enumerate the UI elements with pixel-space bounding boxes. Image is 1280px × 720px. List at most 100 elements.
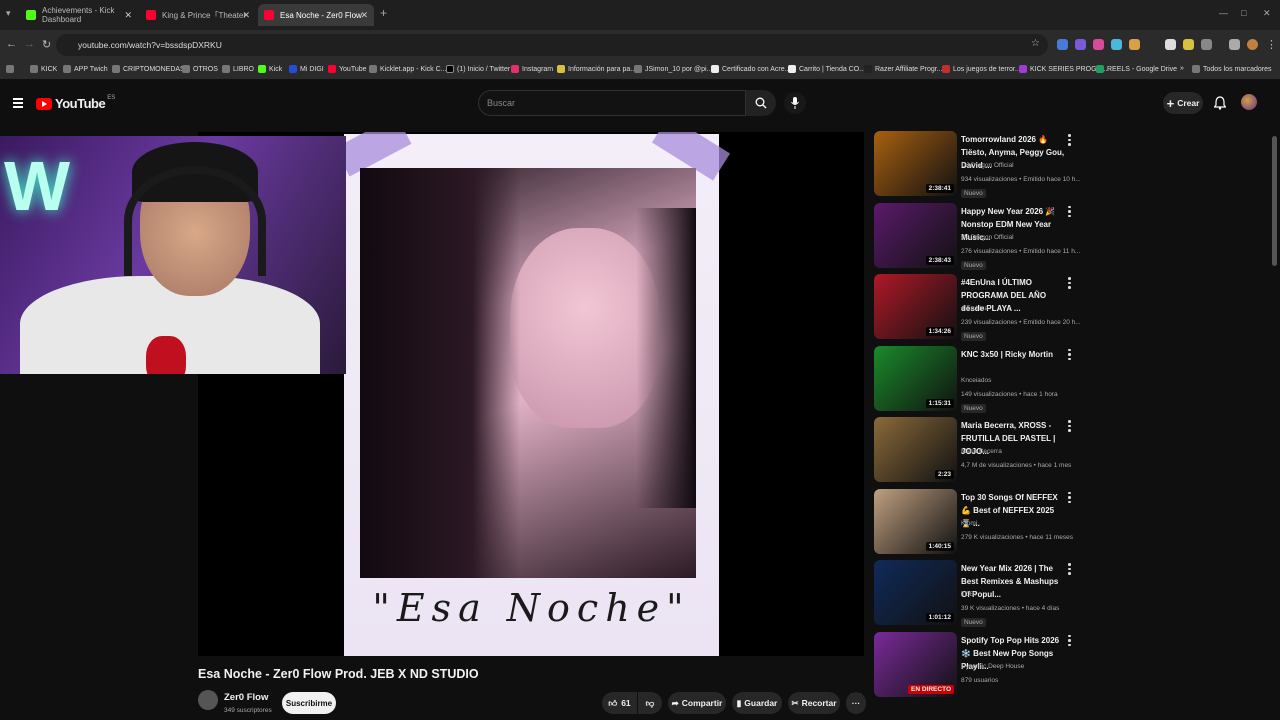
video-thumbnail[interactable]: EN DIRECTO [874, 631, 957, 697]
bookmark-item[interactable]: Razer Affiliate Progr... [864, 65, 943, 73]
recommended-video[interactable]: 1:15:31 KNC 3x50 | Ricky Mortin Knceiados 1… [872, 345, 1082, 414]
like-button[interactable]: 👍︎ 61 [602, 692, 637, 714]
tab-2-active[interactable]: Esa Noche - Zer0 Flow Prod. JEB ✕ [258, 4, 374, 26]
channel-name[interactable]: Maria Becerra [961, 448, 1002, 455]
bookmark-item[interactable]: (1) Inicio / Twitter [446, 65, 510, 73]
tab-close-icon[interactable]: ✕ [242, 10, 250, 21]
url-field[interactable]: youtube.com/watch?v=bssdspDXRKU [56, 34, 1048, 56]
bookmark-star-icon[interactable]: ☆ [1031, 38, 1040, 49]
more-vertical-icon[interactable] [1068, 634, 1072, 649]
forward-icon[interactable]: → [24, 38, 35, 50]
extension-icon[interactable] [1165, 39, 1176, 50]
minimize-button[interactable]: — [1219, 8, 1228, 18]
recommended-video[interactable]: 2:38:43 Happy New Year 2026 🎉 Nonstop EDM… [872, 202, 1082, 271]
video-thumbnail[interactable]: 1:34:26 [874, 274, 957, 339]
extensions-puzzle-icon[interactable] [1201, 39, 1212, 50]
extension-icon[interactable] [1075, 39, 1086, 50]
more-vertical-icon[interactable] [1068, 420, 1072, 434]
recommended-video[interactable]: 1:34:26 #4EnUna I ÚLTIMO PROGRAMA DEL AÑO… [872, 274, 1082, 342]
recommended-video[interactable]: EN DIRECTO Spotify Top Pop Hits 2026 ❄️ B… [872, 631, 1082, 700]
tab-search-icon[interactable]: ▾ [6, 8, 11, 19]
scrollbar[interactable] [1272, 136, 1277, 266]
tab-close-icon[interactable]: ✕ [124, 10, 132, 21]
hamburger-menu-icon[interactable] [13, 98, 23, 108]
video-title[interactable]: KNC 3x50 | Ricky Mortin [961, 348, 1066, 361]
extension-icon[interactable] [1093, 39, 1104, 50]
more-vertical-icon[interactable] [1068, 348, 1072, 363]
video-title[interactable]: New Year Mix 2026 | The Best Remixes & M… [961, 562, 1066, 601]
create-button[interactable]: + Crear [1163, 92, 1203, 114]
apps-grid-icon[interactable] [6, 65, 17, 73]
bookmark-item[interactable]: YouTube [328, 65, 367, 73]
clip-button[interactable]: ✂ Recortar [788, 692, 840, 714]
channel-name[interactable]: Zer0 Flow [224, 692, 268, 703]
video-thumbnail[interactable]: 2:38:43 [874, 202, 957, 268]
bookmark-item[interactable]: CRIPTOMONEDAS [112, 65, 185, 73]
tab-close-icon[interactable]: ✕ [360, 10, 368, 21]
channel-name[interactable]: Dynamic Deep House [961, 663, 1024, 670]
browser-menu-icon[interactable]: ⋮ [1266, 38, 1277, 51]
avatar[interactable] [1241, 94, 1257, 110]
bookmark-item[interactable]: APP Twich [63, 65, 108, 73]
channel-name[interactable]: 4 En Una [961, 305, 988, 312]
recommended-video[interactable]: 2:23 Maria Becerra, XROSS - FRUTILLA DEL … [872, 417, 1082, 485]
maximize-button[interactable]: □ [1241, 8, 1246, 18]
channel-name[interactable]: DJ Dragon Official [961, 162, 1014, 169]
search-button[interactable] [746, 90, 776, 116]
voice-search-button[interactable] [784, 92, 806, 114]
extension-icon[interactable] [1129, 39, 1140, 50]
recommended-video[interactable]: 2:38:41 Tomorrowland 2026 🔥 Tiësto, Anyma… [872, 131, 1082, 199]
video-thumbnail[interactable]: 1:01:12 [874, 560, 957, 625]
bookmark-item[interactable]: Mi DIGI [289, 65, 324, 73]
video-thumbnail[interactable]: 1:15:31 [874, 345, 957, 411]
close-window-button[interactable]: ✕ [1263, 8, 1271, 19]
video-thumbnail[interactable]: 1:40:15 [874, 488, 957, 554]
extension-icon[interactable] [1111, 39, 1122, 50]
bookmark-item[interactable]: JSimon_10 por @pi... [634, 65, 712, 73]
subscribe-button[interactable]: Suscribirme [282, 692, 336, 714]
more-vertical-icon[interactable] [1068, 205, 1072, 220]
recommended-video[interactable]: 1:01:12 New Year Mix 2026 | The Best Remi… [872, 560, 1082, 628]
tab-1[interactable]: King & Prince「Theater」MV - Yo ✕ [140, 4, 256, 26]
all-bookmarks[interactable]: Todos los marcadores [1192, 65, 1271, 73]
youtube-logo[interactable]: YouTube ES [36, 95, 115, 111]
bookmark-item[interactable]: Kick [258, 65, 282, 73]
channel-name[interactable]: Knceiados [961, 377, 991, 384]
back-icon[interactable]: ← [6, 38, 17, 50]
media-icon[interactable] [1229, 39, 1240, 50]
channel-name[interactable]: DJ Dragon Official [961, 234, 1014, 241]
video-thumbnail[interactable]: 2:38:41 [874, 131, 957, 196]
bookmark-item[interactable]: LIBRO [222, 65, 254, 73]
extension-icon[interactable] [1057, 39, 1068, 50]
bookmark-item[interactable]: REELS - Google Drive [1096, 65, 1177, 73]
recommended-video[interactable]: 1:40:15 Top 30 Songs Of NEFFEX 💪 Best of … [872, 488, 1082, 557]
save-button[interactable]: ▮ Guardar [732, 692, 782, 714]
tab-0[interactable]: Achievements - Kick Dashboard ✕ [20, 4, 138, 26]
bookmark-item[interactable]: KICK SERIES PROGR... [1019, 65, 1107, 73]
bookmark-item[interactable]: Instagram [511, 65, 553, 73]
profile-icon[interactable] [1247, 39, 1258, 50]
bookmark-item[interactable]: Certificado con Acre... [711, 65, 790, 73]
notifications-button[interactable] [1213, 96, 1227, 115]
channel-name[interactable]: Kiomi [961, 520, 977, 527]
more-vertical-icon[interactable] [1068, 491, 1072, 506]
share-button[interactable]: ➦ Compartir [668, 692, 726, 714]
dislike-button[interactable]: 👎︎ [638, 692, 662, 714]
more-vertical-icon[interactable] [1068, 134, 1072, 148]
bookmark-item[interactable]: KICK [30, 65, 57, 73]
bookmark-item[interactable]: Carrito | Tienda CO... [788, 65, 865, 73]
extension-icon[interactable] [1183, 39, 1194, 50]
bookmark-item[interactable]: OTROS [182, 65, 218, 73]
new-tab-button[interactable]: + [380, 6, 387, 20]
bookmark-item[interactable]: Los juegos de terror... [942, 65, 1021, 73]
more-actions-button[interactable]: ··· [846, 692, 866, 714]
reload-icon[interactable]: ↻ [42, 38, 51, 51]
video-thumbnail[interactable]: 2:23 [874, 417, 957, 482]
bookmark-item[interactable]: Información para pa... [557, 65, 636, 73]
bookmark-item[interactable]: Kicklet.app - Kick C... [369, 65, 447, 73]
more-vertical-icon[interactable] [1068, 563, 1072, 577]
more-bookmarks-icon[interactable]: » [1180, 65, 1184, 72]
more-vertical-icon[interactable] [1068, 277, 1072, 291]
search-input[interactable]: Buscar [478, 90, 746, 116]
channel-avatar[interactable] [198, 690, 218, 710]
